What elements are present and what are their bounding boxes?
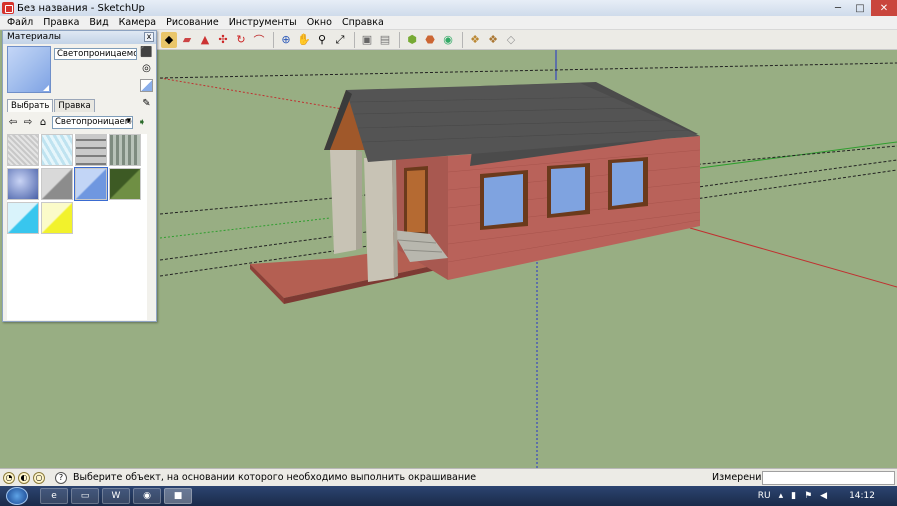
menu-view[interactable]: Вид bbox=[84, 17, 113, 28]
swatch-gray-glass[interactable] bbox=[41, 168, 73, 200]
materials-panel-title: Материалы bbox=[7, 32, 61, 42]
library-dropdown[interactable]: Светопроницаемое bbox=[52, 115, 133, 129]
stone-column-left-side bbox=[356, 150, 362, 250]
close-button[interactable]: ✕ bbox=[871, 0, 897, 16]
materials-panel: Материалы x Светопроницаемое – ст ⬛ ◎ Вы… bbox=[2, 30, 157, 322]
swatch-blue-patterned-glass[interactable] bbox=[41, 134, 73, 166]
stone-column-right bbox=[364, 158, 394, 282]
toggle-terrain-icon[interactable]: ▤ bbox=[377, 32, 393, 48]
back-arrow-icon[interactable]: ⇦ bbox=[7, 116, 19, 128]
material-swatch-grid bbox=[7, 134, 147, 320]
credits-icon[interactable]: ◐ bbox=[18, 471, 30, 484]
swatch-blue-translucent-glass[interactable] bbox=[74, 167, 108, 201]
swatch-ribbed-glass[interactable] bbox=[109, 134, 141, 166]
follow-me-icon[interactable]: ⌒ bbox=[251, 32, 267, 48]
front-door[interactable] bbox=[407, 170, 425, 232]
sketchup-task-icon[interactable]: ■ bbox=[164, 488, 192, 504]
window-title: Без названия - SketchUp bbox=[17, 2, 145, 14]
language-indicator[interactable]: RU bbox=[758, 491, 771, 501]
paint-bucket-icon[interactable]: ◆ bbox=[161, 31, 177, 48]
home-icon[interactable]: ⌂ bbox=[37, 116, 49, 128]
clock[interactable]: 14:12 bbox=[849, 491, 875, 501]
main-toolbar: ◆ ▰ ▲ ✣ ↻ ⌒ ⊕ ✋ ⚲ ⤢ ▣ ▤ ⬢ ⬣ ◉ ❖ ❖ ◇ bbox=[155, 30, 897, 50]
add-location-icon[interactable]: ▣ bbox=[359, 32, 375, 48]
material-name-field[interactable]: Светопроницаемое – ст bbox=[54, 48, 137, 60]
extension-manager-icon[interactable]: ❖ bbox=[485, 32, 501, 48]
share-component-icon[interactable]: ◉ bbox=[440, 32, 456, 48]
toolbar-separator bbox=[273, 31, 274, 48]
network-icon[interactable]: ▮ bbox=[791, 491, 796, 501]
help-icon[interactable]: ? bbox=[55, 471, 67, 484]
swatch-green-glass[interactable] bbox=[109, 168, 141, 200]
toolbar-separator bbox=[399, 31, 400, 48]
explorer-icon[interactable]: ▭ bbox=[71, 488, 99, 504]
menu-draw[interactable]: Рисование bbox=[161, 17, 224, 28]
menu-file[interactable]: Файл bbox=[2, 17, 38, 28]
materials-close-button[interactable]: x bbox=[144, 32, 154, 42]
layout-icon[interactable]: ◇ bbox=[503, 32, 519, 48]
toolbar-separator bbox=[462, 31, 463, 48]
rotate-icon[interactable]: ↻ bbox=[233, 32, 249, 48]
forward-arrow-icon[interactable]: ⇨ bbox=[22, 116, 34, 128]
flag-icon[interactable]: ⚑ bbox=[804, 491, 812, 501]
window-glass bbox=[484, 174, 523, 226]
toolbar-separator bbox=[354, 31, 355, 48]
menu-bar: Файл Правка Вид Камера Рисование Инструм… bbox=[0, 16, 897, 30]
eraser-icon[interactable]: ▰ bbox=[179, 32, 195, 48]
swatch-blue-textured-glass[interactable] bbox=[7, 168, 39, 200]
maximize-button[interactable]: □ bbox=[849, 0, 871, 16]
orbit-icon[interactable]: ⊕ bbox=[278, 32, 294, 48]
measurements-field[interactable] bbox=[762, 471, 895, 485]
chrome-icon[interactable]: ◉ bbox=[133, 488, 161, 504]
swatch-grid-glass[interactable] bbox=[75, 134, 107, 166]
swatch-frosted-glass[interactable] bbox=[7, 134, 39, 166]
user-icon[interactable]: ○ bbox=[33, 471, 45, 484]
details-arrow-icon[interactable]: ➧ bbox=[136, 116, 148, 128]
library-navigation: ⇦ ⇨ ⌂ Светопроницаемое ➧ bbox=[7, 115, 154, 129]
sample-paint-icon[interactable]: ✎ bbox=[140, 97, 153, 110]
menu-help[interactable]: Справка bbox=[337, 17, 389, 28]
word-icon[interactable]: W bbox=[102, 488, 130, 504]
materials-tabs: Выбрать Правка bbox=[7, 99, 96, 112]
tab-edit[interactable]: Правка bbox=[54, 99, 95, 112]
default-material-icon[interactable] bbox=[140, 79, 153, 92]
swatch-yellow-glass[interactable] bbox=[41, 202, 73, 234]
zoom-extents-icon[interactable]: ⤢ bbox=[332, 32, 348, 48]
sketchup-app-icon bbox=[2, 2, 14, 14]
start-button[interactable] bbox=[6, 487, 28, 505]
paint-bucket-icon[interactable]: ◎ bbox=[140, 62, 153, 75]
show-hidden-icons-icon[interactable]: ▴ bbox=[779, 491, 784, 501]
move-icon[interactable]: ✣ bbox=[215, 32, 231, 48]
window-glass bbox=[551, 167, 585, 214]
status-hint: Выберите объект, на основании которого н… bbox=[73, 472, 477, 483]
create-material-icon[interactable]: ⬛ bbox=[140, 46, 153, 59]
push-pull-icon[interactable]: ▲ bbox=[197, 32, 213, 48]
get-models-icon[interactable]: ⬢ bbox=[404, 32, 420, 48]
tab-select[interactable]: Выбрать bbox=[7, 99, 54, 112]
menu-edit[interactable]: Правка bbox=[38, 17, 84, 28]
system-tray: RU ▴ ▮ ⚑ ◀ 14:12 bbox=[758, 486, 897, 506]
materials-panel-header: Материалы x bbox=[3, 31, 156, 44]
window-glass bbox=[612, 161, 643, 206]
extension-warehouse-icon[interactable]: ❖ bbox=[467, 32, 483, 48]
stone-column-left bbox=[330, 150, 356, 254]
menu-tools[interactable]: Инструменты bbox=[224, 17, 302, 28]
share-model-icon[interactable]: ⬣ bbox=[422, 32, 438, 48]
title-bar: Без названия - SketchUp ─ □ ✕ bbox=[0, 0, 897, 16]
internet-explorer-icon[interactable]: e bbox=[40, 488, 68, 504]
measurements-label: Измерения bbox=[712, 472, 768, 483]
menu-camera[interactable]: Камера bbox=[114, 17, 161, 28]
material-preview[interactable] bbox=[7, 46, 51, 93]
geo-location-icon[interactable]: ◔ bbox=[3, 471, 15, 484]
minimize-button[interactable]: ─ bbox=[827, 0, 849, 16]
windows-taskbar: e ▭ W ◉ ■ RU ▴ ▮ ⚑ ◀ 14:12 bbox=[0, 486, 897, 506]
volume-icon[interactable]: ◀ bbox=[820, 491, 827, 501]
window-controls: ─ □ ✕ bbox=[827, 0, 897, 16]
zoom-icon[interactable]: ⚲ bbox=[314, 32, 330, 48]
pan-icon[interactable]: ✋ bbox=[296, 32, 312, 48]
status-bar: ◔ ◐ ○ ? Выберите объект, на основании ко… bbox=[0, 468, 897, 486]
swatch-cyan-glass[interactable] bbox=[7, 202, 39, 234]
menu-window[interactable]: Окно bbox=[302, 17, 337, 28]
